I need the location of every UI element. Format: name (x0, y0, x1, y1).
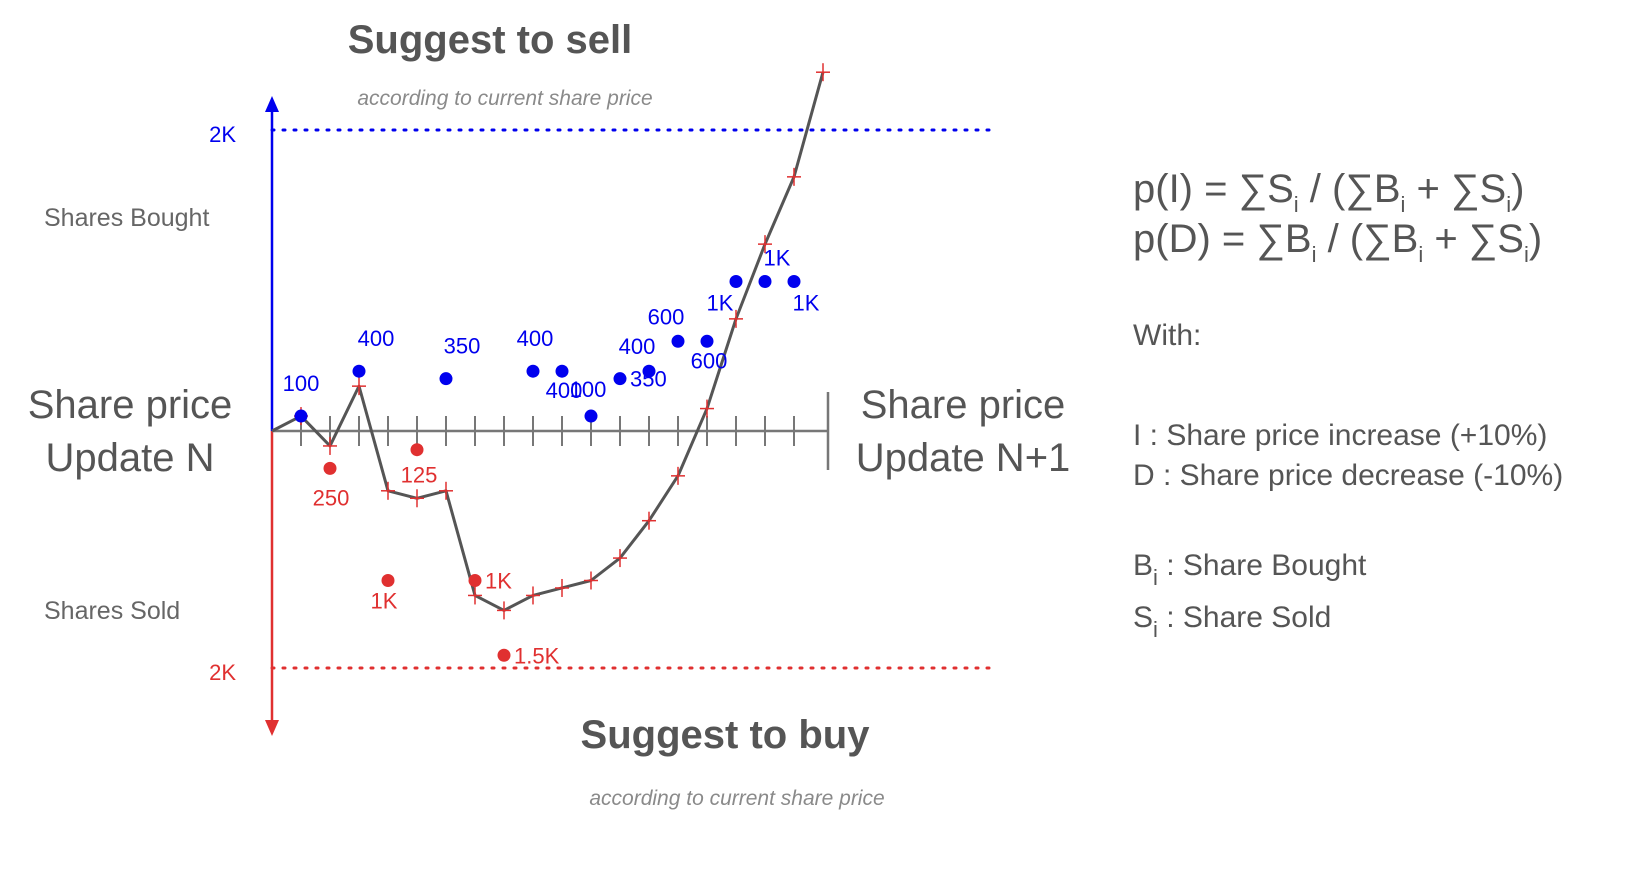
formula-pd-t1: ∑B (1256, 217, 1311, 261)
bought-value-label: 400 (619, 334, 656, 359)
bought-value-label: 600 (648, 304, 685, 329)
bought-value-label: 1K (764, 246, 791, 271)
shares-bought-label: Shares Bought (44, 204, 209, 232)
sold-point (323, 461, 337, 475)
sold-2k-label: 2K (209, 660, 236, 685)
suggest-sell-subtitle: according to current share price (357, 87, 652, 110)
bought-value-label: 1K (793, 291, 820, 316)
bought-value-label: 100 (283, 371, 320, 396)
formula-pi-t3: + ∑S (1405, 167, 1506, 211)
suggest-buy-title: Suggest to buy (581, 713, 871, 757)
sold-point (468, 574, 482, 587)
bought-point (787, 275, 801, 288)
bought-value-label: 350 (444, 334, 481, 359)
bought-value-label: 100 (570, 377, 607, 402)
update-n-label-line1: Share price (28, 383, 233, 427)
sold-point (497, 648, 511, 662)
suggest-sell-title: Suggest to sell (348, 18, 633, 62)
bought-point (294, 409, 308, 423)
sold-point (410, 443, 424, 457)
formula-pd-t4: ) (1529, 217, 1542, 261)
update-n1-label-line1: Share price (861, 383, 1066, 427)
legend-s-symbol: S (1133, 601, 1153, 634)
formula-pi-t4: ) (1511, 167, 1524, 211)
sold-axis-arrow-icon (265, 720, 279, 736)
bought-point (439, 372, 453, 386)
formula-pd-t2: / (∑B (1316, 217, 1418, 261)
bought-point (526, 364, 540, 378)
legend-b-text: : Share Bought (1158, 549, 1367, 582)
bought-point (584, 409, 598, 423)
bought-axis-arrow-icon (265, 96, 279, 112)
bought-point (352, 364, 366, 378)
formula-p-decrease: p(D) = ∑Bi / (∑Bi + ∑Si) (1133, 217, 1542, 267)
formula-pd-t3: + ∑S (1423, 217, 1524, 261)
legend-increase: I : Share price increase (+10%) (1133, 419, 1547, 452)
formula-pi-t2: / (∑B (1299, 167, 1401, 211)
legend-b-symbol: B (1133, 549, 1153, 582)
bought-value-label: 400 (358, 326, 395, 351)
bought-point (642, 364, 656, 378)
sold-value-label: 250 (313, 485, 350, 510)
legend-with: With: (1133, 319, 1201, 352)
legend-bought: Bi : Share Bought (1133, 549, 1367, 590)
bought-value-label: 400 (517, 326, 554, 351)
bought-point (729, 275, 743, 288)
legend-decrease: D : Share price decrease (-10%) (1133, 459, 1563, 492)
sold-value-label: 1K (371, 589, 398, 614)
bought-point (613, 372, 627, 386)
update-n-label-line2: Update N (46, 436, 215, 480)
bought-value-label: 600 (691, 348, 728, 373)
legend-sold: Si : Share Sold (1133, 601, 1331, 642)
formula-pd-lhs: p(D) = (1133, 217, 1256, 261)
formula-pi-lhs: p(I) = (1133, 167, 1239, 211)
bought-value-label: 1K (707, 291, 734, 316)
update-n1-label-line2: Update N+1 (856, 436, 1071, 480)
sold-value-label: 1K (485, 569, 512, 594)
bought-2k-label: 2K (209, 122, 236, 147)
share-price-diagram: Suggest to sell according to current sha… (28, 18, 1563, 810)
sold-value-label: 125 (401, 463, 438, 488)
formula-pi-t1: ∑S (1239, 167, 1294, 211)
formula-p-increase: p(I) = ∑Si / (∑Bi + ∑Si) (1133, 167, 1524, 217)
bought-point (758, 275, 772, 288)
shares-sold-label: Shares Sold (44, 597, 180, 625)
sold-value-label: 1.5K (514, 643, 560, 668)
sold-point (381, 574, 395, 587)
legend-s-text: : Share Sold (1158, 601, 1331, 634)
suggest-buy-subtitle: according to current share price (589, 787, 884, 810)
bought-point (671, 334, 685, 348)
bought-point (555, 364, 569, 378)
bought-point (700, 334, 714, 348)
